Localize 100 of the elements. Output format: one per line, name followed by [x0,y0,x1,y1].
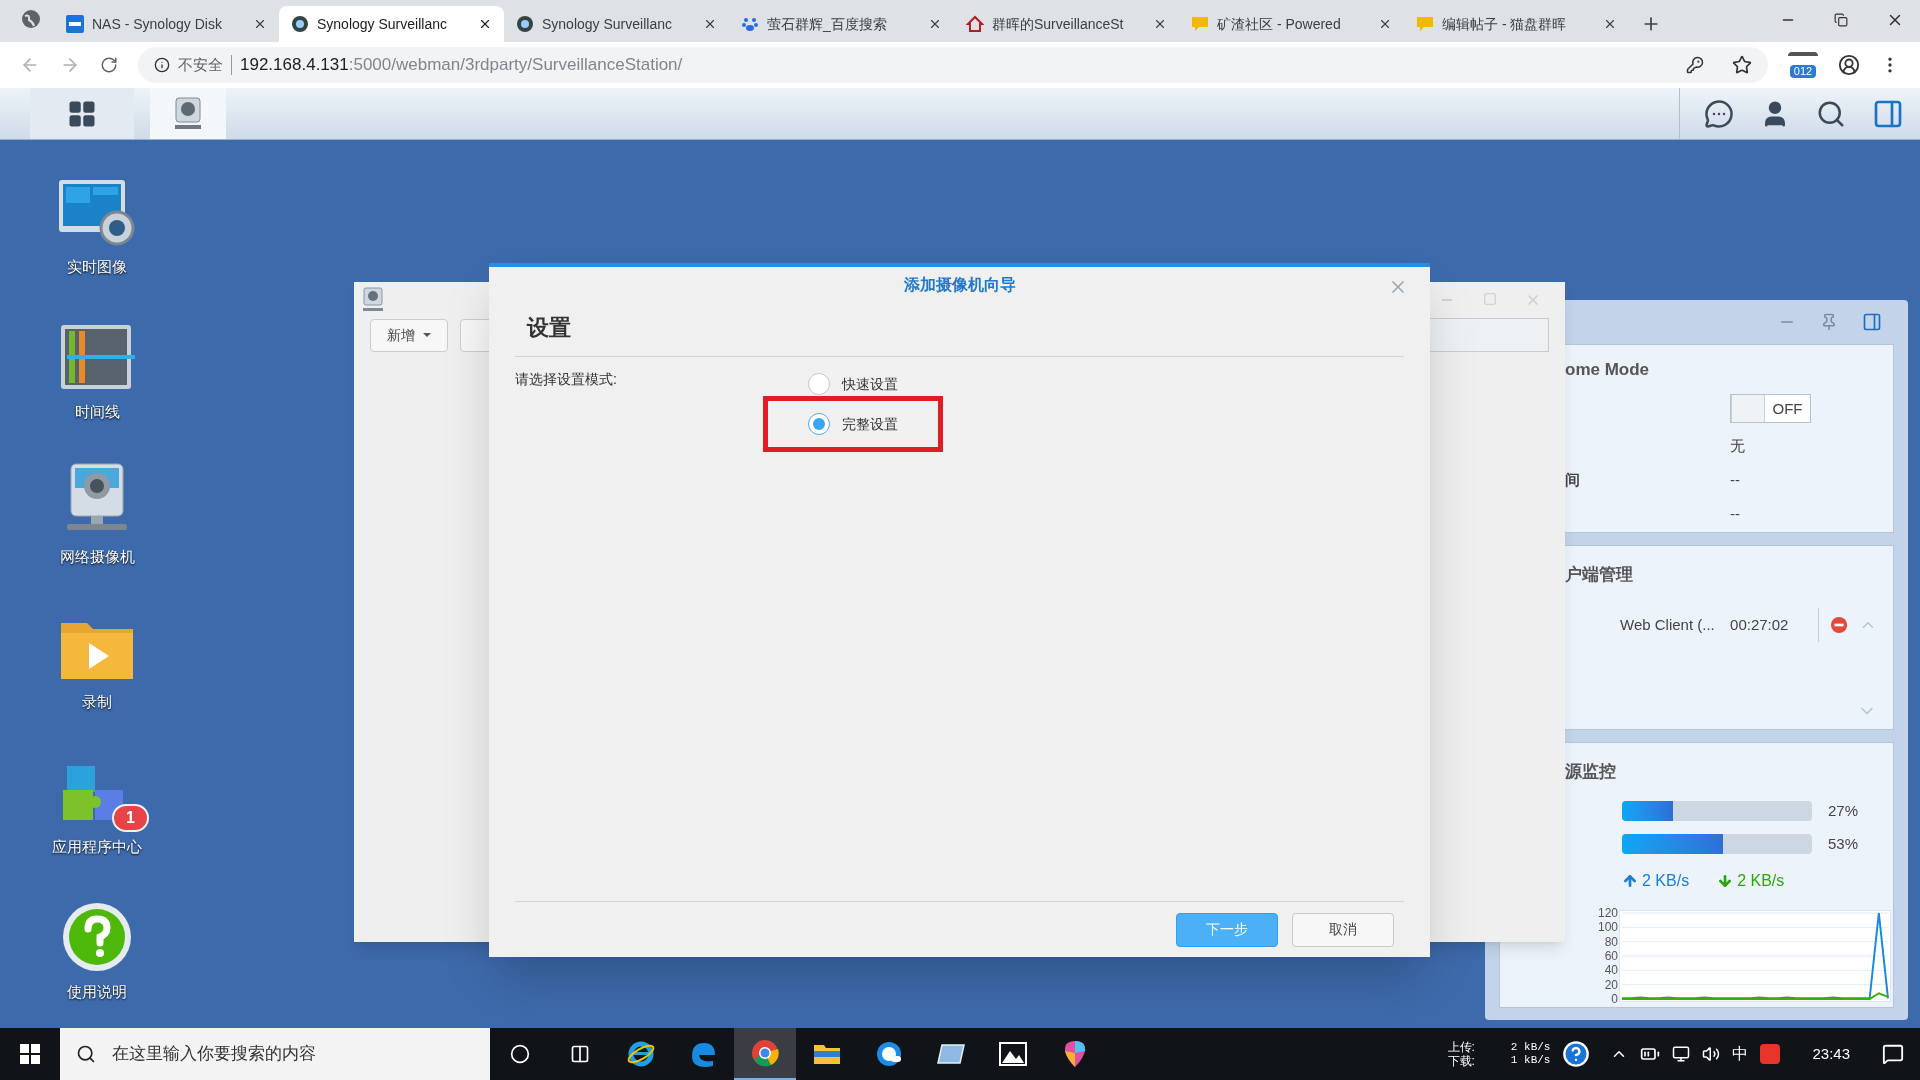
option-label: 完整设置 [842,414,898,434]
help-icon[interactable] [1562,1040,1591,1068]
notification-badge: 1 [112,804,149,832]
tab-title: 矿渣社区 - Powered [1217,14,1342,34]
tab-title: 编辑帖子 - 猫盘群晖 [1442,14,1568,34]
clock-time[interactable]: 23:43 [1812,1042,1850,1066]
task-view-icon[interactable] [570,1044,590,1064]
image-icon [999,1042,1027,1066]
taskbar-app[interactable] [734,1028,796,1080]
switch-label: OFF [1771,399,1804,420]
desktop-shortcut[interactable]: 1 应用程序中心 [37,744,157,889]
camera-icon [291,15,309,33]
browser-tab[interactable]: Synology Surveillanc [504,6,729,42]
add-button[interactable]: 新增 [370,318,448,352]
camera-icon [516,15,534,33]
shortcut-label: 使用说明 [67,982,127,1002]
widget-title: 源监控 [1565,760,1617,783]
address-bar[interactable]: 不安全 192.168.4.131:5000/webman/3rdparty/SurveillanceStation/ [138,47,1768,83]
paint-icon [1063,1039,1087,1069]
client-name: Web Client (... [1620,614,1716,635]
browser-tab[interactable]: 编辑帖子 - 猫盘群晖 [1404,6,1629,42]
usage-reading: 27% [1828,801,1859,821]
volume-icon[interactable] [1702,1045,1721,1063]
cloud-icon [875,1040,903,1068]
close-icon[interactable] [1153,17,1167,31]
windows-icon [20,1044,40,1064]
chrome-icon [751,1039,779,1067]
section-heading: 设置 [527,315,571,340]
radio-button[interactable] [808,373,830,395]
chat-icon [1191,15,1209,33]
webcam-icon [362,287,384,313]
security-label: 不安全 [178,54,223,75]
remove-icon[interactable] [1831,615,1848,634]
close-icon[interactable] [1603,17,1617,31]
shortcut-label: 实时图像 [67,257,127,277]
axis-tick-label: 0 [1611,993,1618,1005]
dsm-icon [66,15,84,33]
radio-button[interactable] [808,413,830,435]
star-icon[interactable] [1732,55,1752,75]
widget-icon[interactable] [1862,311,1882,332]
info-icon [154,57,170,73]
shortcut-label: 网络摄像机 [59,547,135,567]
search-placeholder: 在这里输入你要搜索的内容 [112,1043,316,1066]
close-icon[interactable] [253,17,267,31]
house-icon [966,15,984,33]
ime-indicator[interactable]: 中 [1732,1042,1749,1066]
close-icon[interactable] [478,17,492,31]
row-value: 无 [1730,436,1745,457]
shortcut-label: 录制 [82,692,112,712]
tab-title: 萤石群辉_百度搜索 [767,14,888,34]
desktop-shortcut[interactable]: 实时图像 [37,164,157,309]
axis-tick-label: 80 [1604,935,1618,948]
dialog-title: 添加摄像机向导 [903,275,1016,295]
row-label: 间 [1565,471,1580,489]
folder-icon [813,1042,841,1066]
axis-tick-label: 120 [1597,907,1618,919]
browser-tab[interactable]: NAS - Synology Disk [54,6,279,42]
axis-tick-label: 20 [1604,978,1618,991]
session-time: 00:27:02 [1730,614,1790,635]
chat-icon [1416,15,1434,33]
main-menu-button[interactable] [30,88,134,139]
profile-icon[interactable] [1838,54,1860,76]
help-icon [61,901,133,973]
usage-reading: 53% [1828,833,1859,854]
desktop-shortcut[interactable]: 时间线 [37,309,157,454]
url-text: 192.168.4.131:5000/webman/3rdparty/SurveillanceStation/ [240,54,683,77]
browser-tab[interactable]: Synology Surveillanc [279,6,504,42]
shortcut-label: 应用程序中心 [52,837,142,857]
browser-tab[interactable]: 矿渣社区 - Powered [1179,6,1404,42]
row-value: -- [1730,504,1740,525]
key-icon[interactable] [1686,56,1704,74]
desktop-shortcut[interactable]: 录制 [37,599,157,744]
cancel-button[interactable]: 取消 [1292,912,1394,947]
webcam-icon [173,96,203,131]
notifications-icon[interactable] [1882,1043,1904,1065]
field-label: 请选择设置模式: [515,370,618,389]
restore-icon[interactable] [1834,13,1848,27]
download-arrow-icon [1717,873,1734,889]
download-rate: 1 kB/s [1510,1054,1551,1067]
close-icon[interactable] [1378,17,1392,31]
chat-icon[interactable] [1704,98,1734,129]
radio-option[interactable]: 完整设置 [763,396,943,452]
network-icon[interactable] [1672,1045,1691,1063]
close-icon[interactable] [703,17,717,31]
cortana-icon[interactable] [510,1044,530,1064]
browser-tab[interactable]: 萤石群辉_百度搜索 [729,6,954,42]
browser-tab[interactable]: 群晖的SurveillanceSt [954,6,1179,42]
upload-rate: 2 KB/s [1642,871,1690,891]
axis-tick-label: 60 [1604,950,1618,962]
shortcut-label: 时间线 [74,402,120,422]
close-icon[interactable] [928,17,942,31]
toggle-switch[interactable]: OFF [1730,394,1811,424]
reload-icon[interactable] [100,56,118,74]
app-taskbar-button[interactable] [150,88,226,139]
taskbar-search-field[interactable]: 在这里输入你要搜索的内容 [60,1028,490,1080]
tab-title: 群晖的SurveillanceSt [992,14,1125,34]
desktop-shortcut[interactable]: 网络摄像机 [37,454,157,599]
paw-icon [741,15,759,33]
row-value: -- [1730,470,1740,491]
option-label: 快速设置 [842,374,898,394]
